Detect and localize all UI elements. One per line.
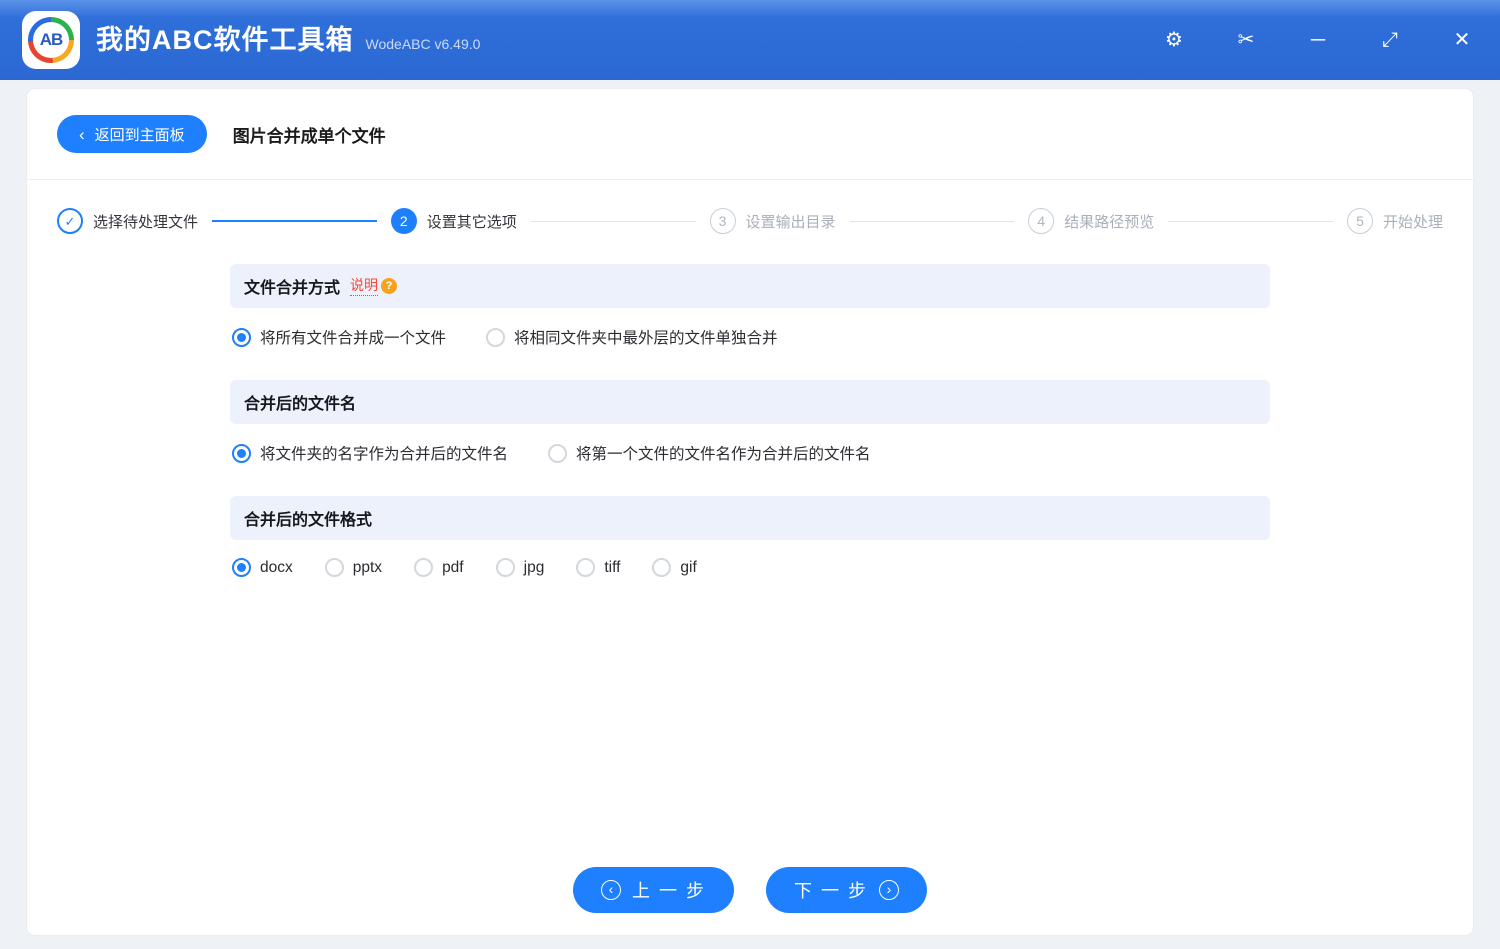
titlebar: AB 我的ABC软件工具箱 WodeABC v6.49.0 ⚙ ✂ ─ ⤢ ✕ xyxy=(0,0,1500,80)
step-1-check-icon: ✓ xyxy=(57,208,83,234)
step-3-label: 设置输出目录 xyxy=(745,213,836,231)
step-item-2: 2 设置其它选项 xyxy=(390,208,517,234)
header-row: ‹ 返回到主面板 图片合并成单个文件 xyxy=(57,89,1443,153)
option-label: pptx xyxy=(352,558,383,576)
format-options: docx pptx pdf jpg tiff gif xyxy=(230,540,1270,597)
radio-button[interactable] xyxy=(414,558,434,577)
radio-button[interactable] xyxy=(576,558,596,577)
radio-button-selected[interactable] xyxy=(232,443,251,463)
wizard-footer: ‹ 上 一 步 下 一 步 › xyxy=(27,867,1473,913)
radio-button[interactable] xyxy=(486,327,506,347)
radio-option-merge-all[interactable]: 将所有文件合并成一个文件 xyxy=(232,326,446,348)
next-step-button[interactable]: 下 一 步 › xyxy=(766,867,928,913)
app-title: 我的ABC软件工具箱 xyxy=(96,24,354,55)
divider xyxy=(27,179,1473,180)
step-item-5: 5 开始处理 xyxy=(1347,208,1443,234)
radio-option-gif[interactable]: gif xyxy=(652,558,697,577)
step-connector-4 xyxy=(1168,220,1333,222)
app-logo: AB xyxy=(22,11,80,69)
arrow-right-circle-icon: › xyxy=(879,880,900,900)
section-title: 合并后的文件名 xyxy=(244,396,357,413)
app-version: WodeABC v6.49.0 xyxy=(365,35,481,52)
next-step-label: 下 一 步 xyxy=(794,881,869,901)
step-2-label: 设置其它选项 xyxy=(426,213,517,231)
radio-option-folder-name[interactable]: 将文件夹的名字作为合并后的文件名 xyxy=(232,442,508,464)
previous-step-label: 上 一 步 xyxy=(631,881,706,901)
option-label: 将所有文件合并成一个文件 xyxy=(260,330,447,347)
radio-button[interactable] xyxy=(495,558,515,577)
radio-option-merge-by-folder[interactable]: 将相同文件夹中最外层的文件单独合并 xyxy=(486,326,778,348)
radio-option-jpg[interactable]: jpg xyxy=(495,558,545,577)
arrow-left-circle-icon: ‹ xyxy=(600,880,621,900)
step-item-4: 4 结果路径预览 xyxy=(1028,208,1154,234)
radio-button[interactable] xyxy=(548,443,568,463)
step-2-number: 2 xyxy=(390,208,417,234)
step-connector-1 xyxy=(212,220,377,222)
maximize-button[interactable]: ⤢ xyxy=(1378,30,1402,50)
window-controls: ⚙ ✂ ─ ⤢ ✕ xyxy=(1162,30,1474,50)
radio-option-tiff[interactable]: tiff xyxy=(576,558,620,577)
step-5-label: 开始处理 xyxy=(1383,213,1444,231)
step-5-number: 5 xyxy=(1347,208,1373,234)
settings-gear-icon[interactable]: ⚙ xyxy=(1162,30,1186,50)
step-1-label: 选择待处理文件 xyxy=(93,213,199,231)
filename-options: 将文件夹的名字作为合并后的文件名 将第一个文件的文件名作为合并后的文件名 xyxy=(230,424,1270,484)
step-connector-2 xyxy=(530,220,696,222)
minimize-button[interactable]: ─ xyxy=(1306,30,1330,50)
radio-option-pdf[interactable]: pdf xyxy=(414,558,464,577)
radio-option-pptx[interactable]: pptx xyxy=(324,558,383,577)
help-link[interactable]: 说明 xyxy=(350,276,379,296)
chevron-left-icon: ‹ xyxy=(79,124,85,144)
page-background: ‹ 返回到主面板 图片合并成单个文件 ✓ 选择待处理文件 2 设置其它选项 3 … xyxy=(0,80,1500,949)
radio-option-docx[interactable]: docx xyxy=(232,558,293,577)
step-item-3: 3 设置输出目录 xyxy=(709,208,836,234)
option-label: gif xyxy=(680,558,697,576)
radio-button-selected[interactable] xyxy=(232,327,251,347)
section-title: 合并后的文件格式 xyxy=(244,512,373,529)
step-item-1: ✓ 选择待处理文件 xyxy=(57,208,198,234)
section-title: 文件合并方式 xyxy=(244,280,341,297)
merge-mode-options: 将所有文件合并成一个文件 将相同文件夹中最外层的文件单独合并 xyxy=(230,308,1270,368)
options-sections: 文件合并方式 说明 ? 将所有文件合并成一个文件 将相同文件夹中最外层的文件单独… xyxy=(230,264,1270,597)
option-label: 将文件夹的名字作为合并后的文件名 xyxy=(260,446,509,463)
section-header-merge-mode: 文件合并方式 说明 ? xyxy=(230,264,1270,308)
back-button-label: 返回到主面板 xyxy=(94,126,185,144)
step-3-number: 3 xyxy=(709,208,736,234)
option-label: pdf xyxy=(442,558,464,576)
section-header-filename: 合并后的文件名 xyxy=(230,380,1270,424)
scissors-icon[interactable]: ✂ xyxy=(1234,30,1258,50)
option-label: tiff xyxy=(604,558,621,576)
logo-ring-icon: AB xyxy=(28,17,74,63)
radio-option-first-file-name[interactable]: 将第一个文件的文件名作为合并后的文件名 xyxy=(548,442,871,464)
option-label: docx xyxy=(260,558,293,576)
title-group: 我的ABC软件工具箱 WodeABC v6.49.0 xyxy=(96,24,481,55)
previous-step-button[interactable]: ‹ 上 一 步 xyxy=(572,867,734,913)
option-label: 将相同文件夹中最外层的文件单独合并 xyxy=(514,330,778,347)
option-label: jpg xyxy=(523,558,545,576)
back-to-dashboard-button[interactable]: ‹ 返回到主面板 xyxy=(57,115,207,153)
radio-button-selected[interactable] xyxy=(232,558,251,577)
radio-button[interactable] xyxy=(652,558,672,577)
page-title: 图片合并成单个文件 xyxy=(232,126,386,146)
step-wizard: ✓ 选择待处理文件 2 设置其它选项 3 设置输出目录 4 结果路径预览 5 开 xyxy=(57,208,1443,234)
section-header-format: 合并后的文件格式 xyxy=(230,496,1270,540)
close-button[interactable]: ✕ xyxy=(1450,30,1474,50)
step-4-number: 4 xyxy=(1028,208,1055,234)
option-label: 将第一个文件的文件名作为合并后的文件名 xyxy=(576,446,871,463)
radio-button[interactable] xyxy=(324,558,344,577)
step-connector-3 xyxy=(849,220,1015,222)
main-panel: ‹ 返回到主面板 图片合并成单个文件 ✓ 选择待处理文件 2 设置其它选项 3 … xyxy=(27,89,1473,935)
logo-text: AB xyxy=(33,22,69,58)
step-4-label: 结果路径预览 xyxy=(1064,213,1155,231)
help-question-icon[interactable]: ? xyxy=(381,278,398,294)
